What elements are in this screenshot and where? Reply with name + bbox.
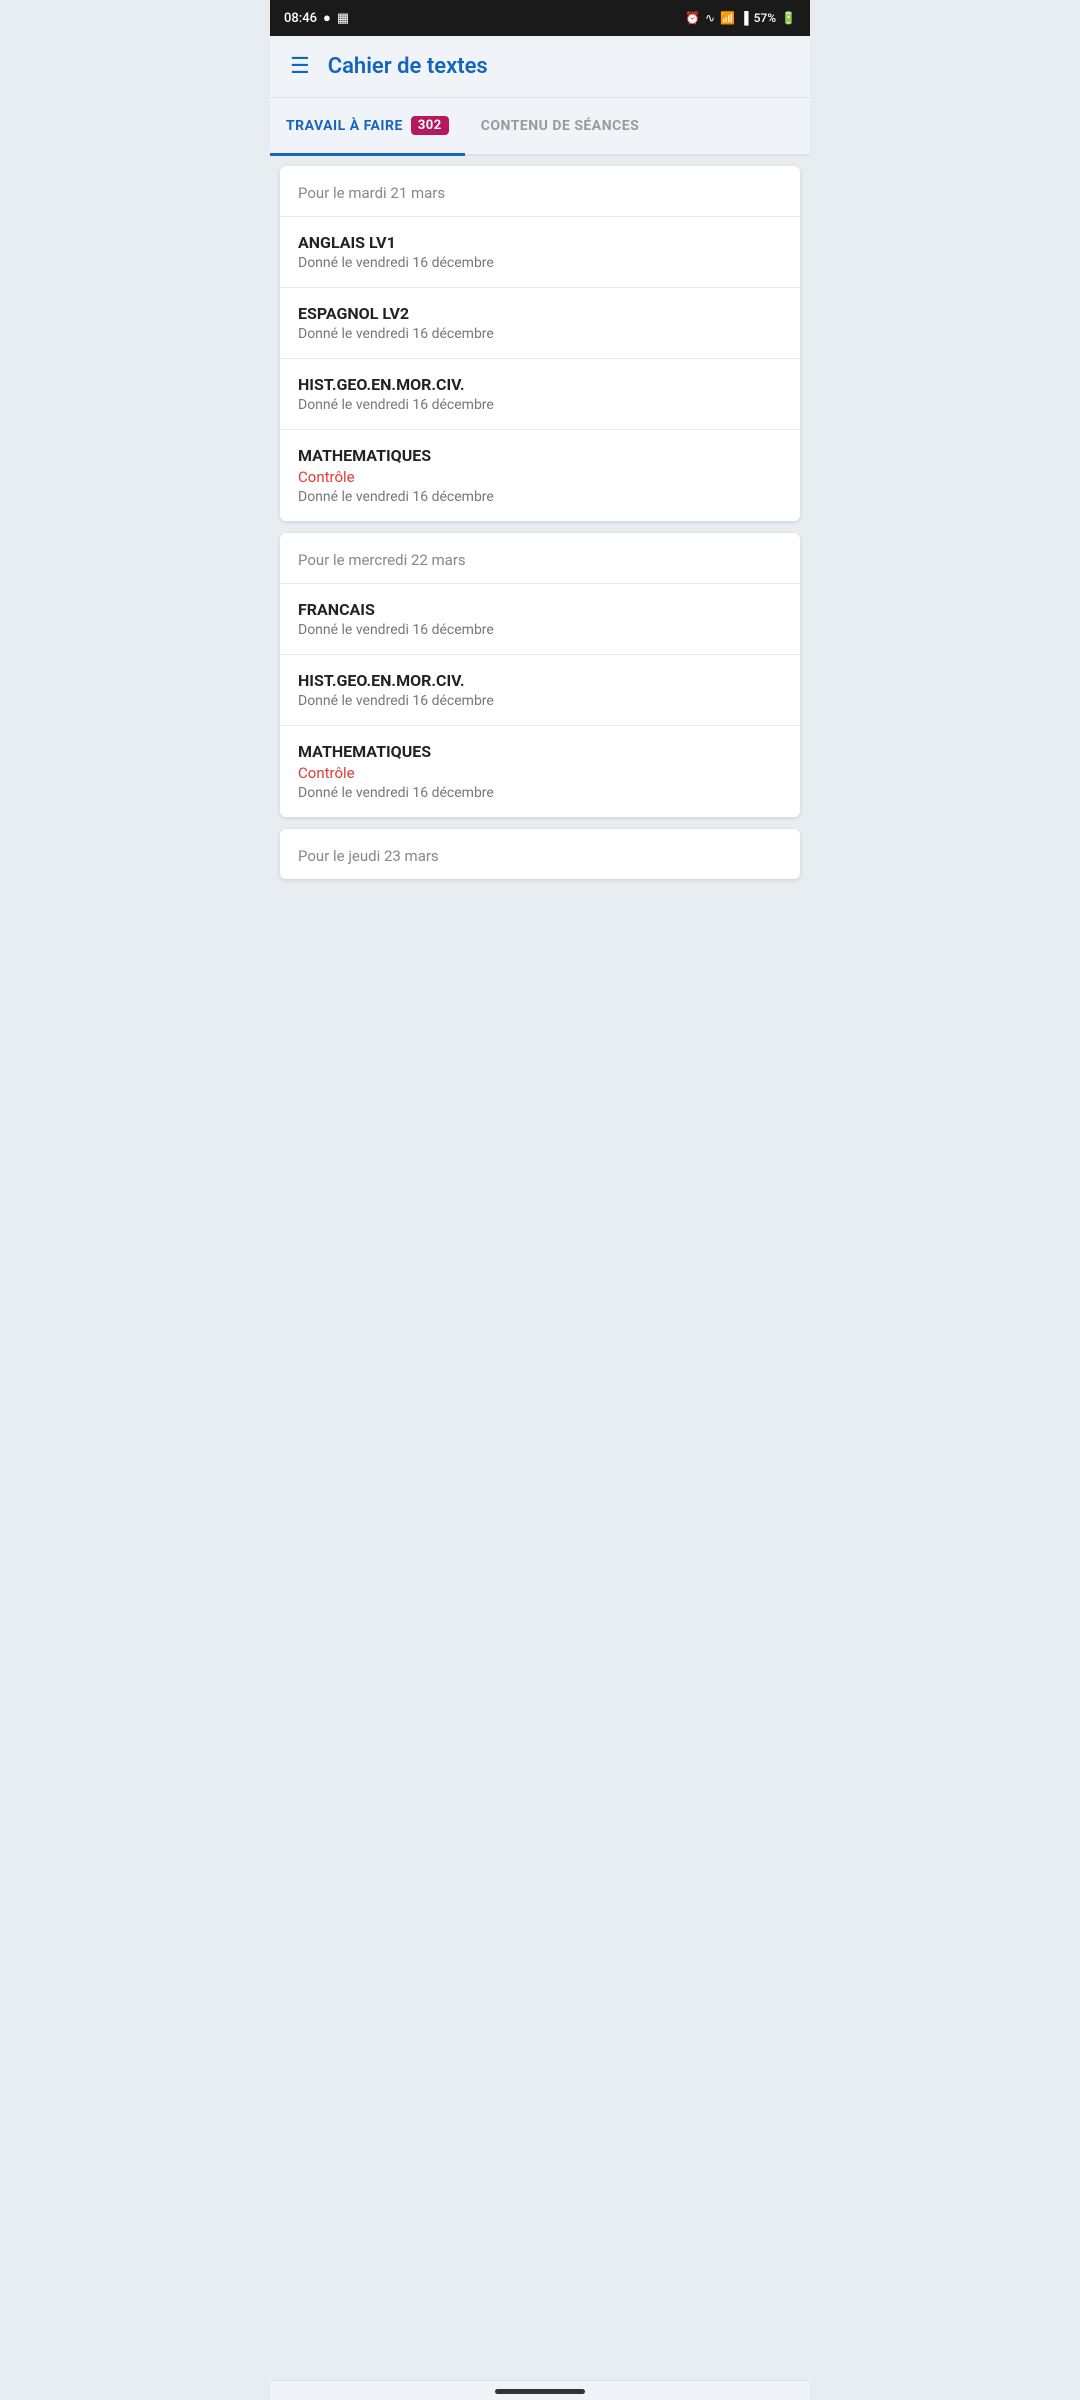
subject-control: Contrôle [298, 764, 782, 782]
subject-given: Donné le vendredi 16 décembre [298, 326, 782, 342]
call-icon: 📶 [720, 11, 735, 25]
list-item[interactable]: MATHEMATIQUES Contrôle Donné le vendredi… [280, 725, 800, 817]
status-bar: 08:46 ● ▦ ⏰ ∿ 📶 ▐ 57% 🔋 [270, 0, 810, 36]
tab-travail-label: TRAVAIL À FAIRE [286, 118, 403, 134]
subject-name: FRANCAIS [298, 600, 782, 619]
list-item[interactable]: ANGLAIS LV1 Donné le vendredi 16 décembr… [280, 216, 800, 287]
list-item[interactable]: FRANCAIS Donné le vendredi 16 décembre [280, 583, 800, 654]
tab-travail-a-faire[interactable]: TRAVAIL À FAIRE 302 [270, 98, 465, 156]
tabs-container: TRAVAIL À FAIRE 302 CONTENU DE SÉANCES [270, 98, 810, 156]
content-area: Pour le mardi 21 mars ANGLAIS LV1 Donné … [270, 156, 810, 901]
list-item[interactable]: ESPAGNOL LV2 Donné le vendredi 16 décemb… [280, 287, 800, 358]
battery-icon: 🔋 [781, 11, 796, 25]
group-date-mercredi: Pour le mercredi 22 mars [280, 533, 800, 583]
signal-icon: ▐ [740, 11, 749, 25]
subject-control: Contrôle [298, 468, 782, 486]
subject-name: ANGLAIS LV1 [298, 233, 782, 252]
alarm-icon: ⏰ [685, 11, 700, 25]
list-item[interactable]: HIST.GEO.EN.MOR.CIV. Donné le vendredi 1… [280, 654, 800, 725]
status-right: ⏰ ∿ 📶 ▐ 57% 🔋 [685, 11, 796, 25]
image-icon: ▦ [337, 11, 349, 26]
subject-given: Donné le vendredi 16 décembre [298, 489, 782, 505]
nav-pill [495, 2389, 585, 2394]
tab-contenu-de-seances[interactable]: CONTENU DE SÉANCES [465, 100, 656, 152]
subject-name: ESPAGNOL LV2 [298, 304, 782, 323]
subject-given: Donné le vendredi 16 décembre [298, 693, 782, 709]
subject-name: HIST.GEO.EN.MOR.CIV. [298, 671, 782, 690]
subject-given: Donné le vendredi 16 décembre [298, 622, 782, 638]
subject-given: Donné le vendredi 16 décembre [298, 397, 782, 413]
page-title: Cahier de textes [328, 54, 488, 79]
list-item[interactable]: MATHEMATIQUES Contrôle Donné le vendredi… [280, 429, 800, 521]
subject-name: MATHEMATIQUES [298, 446, 782, 465]
group-date-mardi: Pour le mardi 21 mars [280, 166, 800, 216]
wifi-icon: ∿ [705, 11, 715, 25]
tab-contenu-label: CONTENU DE SÉANCES [481, 118, 640, 134]
group-date-jeudi: Pour le jeudi 23 mars [280, 829, 800, 879]
subject-name: HIST.GEO.EN.MOR.CIV. [298, 375, 782, 394]
menu-icon[interactable]: ☰ [290, 54, 310, 79]
battery-text: 57% [754, 11, 776, 25]
list-item[interactable]: HIST.GEO.EN.MOR.CIV. Donné le vendredi 1… [280, 358, 800, 429]
subject-given: Donné le vendredi 16 décembre [298, 785, 782, 801]
header: ☰ Cahier de textes [270, 36, 810, 98]
travail-badge: 302 [411, 116, 449, 135]
group-card-mercredi: Pour le mercredi 22 mars FRANCAIS Donné … [280, 533, 800, 817]
status-left: 08:46 ● ▦ [284, 10, 349, 26]
location-dot-icon: ● [323, 10, 331, 26]
time: 08:46 [284, 11, 317, 26]
group-card-jeudi: Pour le jeudi 23 mars [280, 829, 800, 879]
group-card-mardi: Pour le mardi 21 mars ANGLAIS LV1 Donné … [280, 166, 800, 521]
nav-bar [270, 2380, 810, 2400]
subject-given: Donné le vendredi 16 décembre [298, 255, 782, 271]
subject-name: MATHEMATIQUES [298, 742, 782, 761]
